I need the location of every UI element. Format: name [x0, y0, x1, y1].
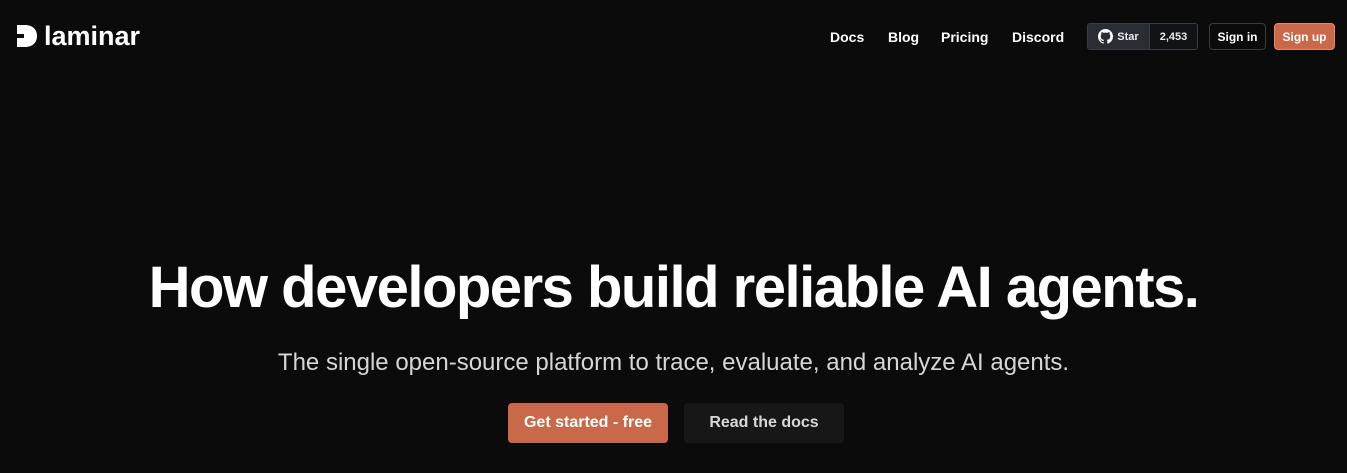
github-star-label: Star	[1117, 30, 1139, 43]
hero-title: How developers build reliable AI agents.	[148, 255, 1200, 320]
brand-logo[interactable]: laminar	[16, 22, 140, 50]
hero-subtitle: The single open-source platform to trace…	[277, 349, 1070, 376]
github-star-button[interactable]: Star 2,453	[1087, 23, 1198, 50]
laminar-logo-icon	[17, 25, 37, 47]
sign-up-button[interactable]: Sign up	[1274, 23, 1335, 50]
nav-link-blog[interactable]: Blog	[888, 27, 919, 47]
top-navigation: laminar Docs Blog Pricing Discord Star 2…	[0, 0, 1347, 74]
read-docs-button[interactable]: Read the docs	[684, 403, 844, 443]
github-star-segment[interactable]: Star	[1088, 24, 1150, 49]
get-started-button[interactable]: Get started - free	[508, 403, 668, 443]
nav-link-pricing[interactable]: Pricing	[941, 27, 988, 47]
brand-name: laminar	[44, 21, 141, 51]
nav-link-discord[interactable]: Discord	[1012, 27, 1064, 47]
nav-link-docs[interactable]: Docs	[830, 27, 864, 47]
github-icon	[1098, 29, 1114, 44]
github-star-count[interactable]: 2,453	[1150, 24, 1197, 49]
sign-in-button[interactable]: Sign in	[1209, 23, 1266, 50]
